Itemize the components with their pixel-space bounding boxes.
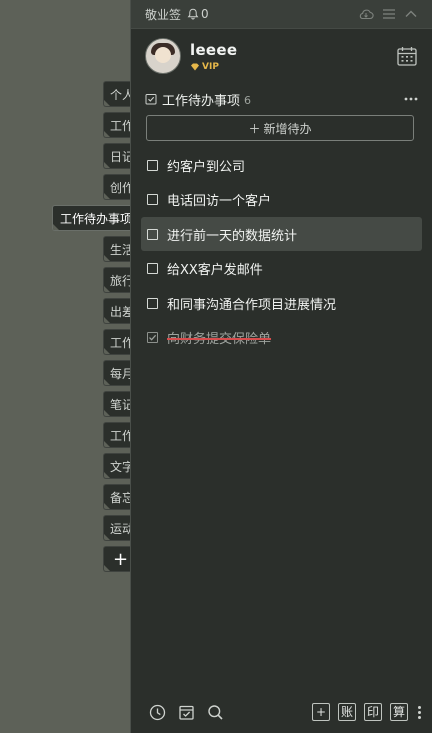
todo-item-done[interactable]: 向财务提交保险单: [141, 321, 422, 355]
profile: leeee VIP: [145, 36, 418, 76]
username: leeee: [190, 40, 238, 59]
todo-item[interactable]: 约客户到公司: [141, 148, 422, 182]
vip-label: VIP: [202, 61, 219, 72]
collapse-icon[interactable]: [404, 8, 418, 20]
vip-badge: VIP: [190, 62, 237, 72]
todo-list: 约客户到公司 电话回访一个客户 进行前一天的数据统计 给XX客户发邮件 和同事沟…: [141, 148, 422, 355]
section-count: 6: [244, 93, 252, 107]
main-panel: 敬业签 0 leeee VIP 工作待办事项 6 ＋ 新增待办 约客户到公司 电…: [130, 0, 432, 733]
checklist-icon: [145, 93, 157, 105]
todo-text: 向财务提交保险单: [167, 332, 272, 347]
cloud-sync-icon[interactable]: [358, 8, 374, 20]
calendar-icon[interactable]: [396, 45, 418, 67]
clock-icon[interactable]: [149, 704, 166, 721]
account-button[interactable]: 账: [338, 703, 356, 721]
todo-checkbox[interactable]: [147, 228, 158, 240]
todo-checkbox[interactable]: [147, 194, 158, 205]
search-icon[interactable]: [207, 704, 224, 721]
todo-text: 和同事沟通合作项目进展情况: [167, 297, 337, 313]
todo-checkbox-checked[interactable]: [147, 332, 158, 343]
diamond-icon: [190, 63, 200, 71]
todo-item[interactable]: 电话回访一个客户: [141, 183, 422, 217]
todo-text: 电话回访一个客户: [167, 194, 272, 209]
section-header: 工作待办事项 6: [145, 90, 418, 109]
add-note-button[interactable]: +: [312, 703, 330, 721]
add-todo-button[interactable]: ＋ 新增待办: [146, 115, 414, 141]
todo-text: 约客户到公司: [167, 159, 246, 175]
more-icon[interactable]: [404, 97, 418, 101]
todo-checkbox[interactable]: [147, 297, 158, 309]
todo-item-hovered[interactable]: 进行前一天的数据统计: [141, 217, 422, 251]
avatar[interactable]: [145, 38, 181, 74]
calculator-button[interactable]: 算: [390, 703, 408, 721]
bell-icon: [187, 8, 199, 20]
kebab-menu-icon[interactable]: [416, 705, 422, 719]
app-name: 敬业签: [145, 7, 182, 22]
section-title: 工作待办事项: [162, 93, 241, 109]
todo-text: 给XX客户发邮件: [167, 263, 263, 278]
bottom-toolbar: + 账 印 算: [131, 691, 432, 733]
todo-checkbox[interactable]: [147, 159, 158, 171]
notification-button[interactable]: 0: [187, 7, 209, 21]
todo-item[interactable]: 给XX客户发邮件: [141, 252, 422, 286]
side-tab-active[interactable]: 工作待办事项: [52, 205, 136, 231]
menu-icon[interactable]: [382, 8, 396, 20]
titlebar: 敬业签 0: [131, 0, 432, 29]
todo-box-icon[interactable]: [178, 704, 195, 721]
side-tabs: 个人 工作 日记 创作 工作待办事项 生活 旅行 出差 工作 每月 笔记 工作 …: [0, 0, 140, 733]
add-todo-label: 新增待办: [263, 121, 312, 136]
todo-text: 进行前一天的数据统计: [167, 228, 298, 244]
plus-icon: ＋: [248, 121, 261, 136]
todo-checkbox[interactable]: [147, 263, 158, 274]
print-button[interactable]: 印: [364, 703, 382, 721]
notification-count: 0: [201, 7, 209, 21]
todo-item[interactable]: 和同事沟通合作项目进展情况: [141, 286, 422, 320]
